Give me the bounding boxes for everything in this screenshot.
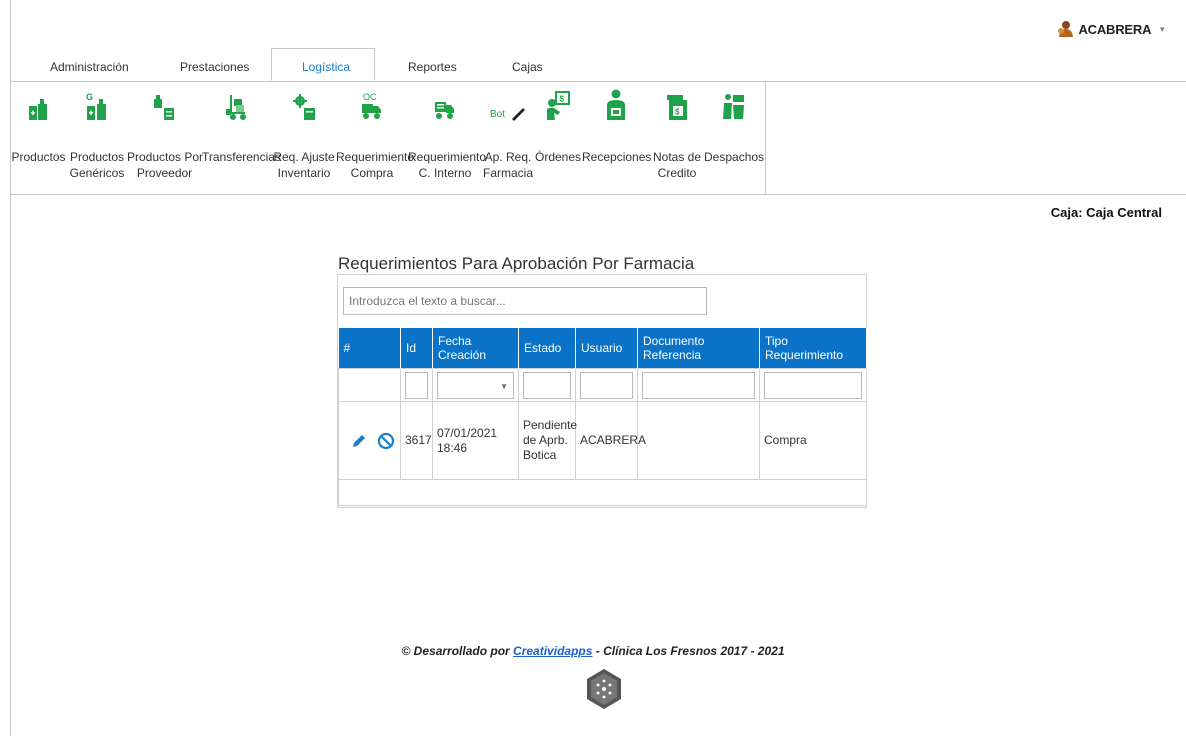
caja-label: Caja: Caja Central bbox=[1050, 205, 1162, 220]
header-divider bbox=[10, 194, 1186, 195]
row-actions bbox=[338, 401, 401, 480]
filter-fecha-select[interactable]: ▼ bbox=[437, 371, 514, 399]
ribbon-recepciones[interactable]: Recepciones bbox=[582, 81, 652, 193]
internal-truck-icon bbox=[433, 91, 457, 121]
svg-text:G: G bbox=[86, 92, 93, 102]
tab-logistica[interactable]: Logística bbox=[271, 48, 375, 81]
ribbon-label: Compra bbox=[350, 166, 394, 180]
ribbon-ap-req-farmacia[interactable]: Bot Ap. Req. Farmacia bbox=[482, 81, 534, 193]
main-tabs: Administración Prestaciones Logística Re… bbox=[10, 48, 1186, 82]
column-header-hash[interactable]: # bbox=[338, 328, 401, 369]
page-title: Requerimientos Para Aprobación Por Farma… bbox=[338, 254, 695, 273]
cell-fecha: 07/01/2021 18:46 bbox=[432, 401, 519, 480]
bottle-plus-icon bbox=[28, 91, 50, 121]
requerimientos-table: # Id Fecha Creación Estado Usuario Docum… bbox=[338, 328, 867, 506]
tab-reportes[interactable]: Reportes bbox=[408, 60, 457, 74]
search-input[interactable] bbox=[343, 287, 707, 315]
tab-administracion[interactable]: Administración bbox=[50, 60, 129, 74]
ribbon-requerimiento-c-interno[interactable]: Requerimiento C. Interno bbox=[408, 81, 487, 193]
ribbon-requerimiento-compra[interactable]: OC Requerimiento Compra bbox=[336, 81, 415, 193]
user-name: ACABRERA bbox=[1078, 21, 1152, 37]
user-avatar-icon bbox=[1058, 21, 1074, 37]
ribbon-label: Inventario bbox=[277, 166, 331, 180]
ribbon-despachos[interactable]: Despachos bbox=[704, 81, 764, 193]
reception-icon bbox=[604, 89, 628, 121]
ribbon-label: Requerimiento bbox=[408, 150, 487, 164]
chevron-down-icon: ▼ bbox=[1158, 24, 1166, 34]
table-footer-cell bbox=[338, 479, 867, 506]
ribbon-ordenes[interactable]: $ Órdenes bbox=[534, 81, 582, 193]
filter-cell-hash bbox=[338, 368, 401, 402]
ribbon-label: Credito bbox=[657, 166, 697, 180]
ribbon-productos-genericos[interactable]: G Productos Genéricos bbox=[67, 81, 127, 193]
ribbon-label: Genéricos bbox=[69, 166, 125, 180]
filter-id-input[interactable] bbox=[405, 371, 428, 399]
filter-tipo-input[interactable] bbox=[764, 371, 862, 399]
svg-text:$: $ bbox=[560, 95, 565, 104]
ribbon-label: Proveedor bbox=[136, 166, 193, 180]
table-footer-row bbox=[338, 479, 867, 506]
cell-documento bbox=[637, 401, 760, 480]
edit-pencil-icon[interactable] bbox=[351, 433, 367, 449]
badge-oc: OC bbox=[363, 92, 377, 102]
transfer-cart-icon bbox=[225, 91, 249, 121]
svg-text:$: $ bbox=[675, 108, 680, 117]
creatividapps-logo bbox=[587, 669, 621, 709]
orders-icon: $ bbox=[545, 91, 571, 121]
logistica-ribbon: Productos G Productos Genéricos Producto… bbox=[10, 81, 766, 195]
cell-id: 3617 bbox=[400, 401, 433, 480]
cell-usuario: ACABRERA bbox=[575, 401, 646, 480]
footer-suffix: - Clínica Los Fresnos 2017 - 2021 bbox=[595, 644, 785, 658]
ribbon-label: C. Interno bbox=[418, 166, 472, 180]
ribbon-req-ajuste-inventario[interactable]: Req. Ajuste Inventario bbox=[272, 81, 336, 193]
ribbon-label: Productos bbox=[69, 150, 125, 164]
cell-tipo: Compra bbox=[759, 401, 867, 480]
badge-bot: Bot bbox=[490, 109, 505, 120]
supplier-products-icon bbox=[152, 91, 176, 121]
ribbon-label: Productos bbox=[11, 150, 66, 164]
ribbon-label: Requerimiento bbox=[336, 150, 415, 164]
tab-cajas[interactable]: Cajas bbox=[512, 60, 543, 74]
page-footer: © Desarrollado por Creatividapps - Clíni… bbox=[0, 644, 1186, 658]
table-header-row: # Id Fecha Creación Estado Usuario Docum… bbox=[338, 328, 867, 369]
column-header-id[interactable]: Id bbox=[400, 328, 433, 369]
chevron-down-icon: ▼ bbox=[500, 381, 508, 391]
ribbon-label: Notas de bbox=[652, 150, 702, 164]
dispatch-icon bbox=[722, 91, 746, 121]
column-header-fecha[interactable]: Fecha Creación bbox=[432, 328, 519, 369]
requerimientos-panel: # Id Fecha Creación Estado Usuario Docum… bbox=[337, 274, 867, 508]
cell-estado: Pendiente de Aprb. Botica bbox=[518, 401, 577, 480]
user-menu[interactable]: ACABRERA ▼ bbox=[1056, 20, 1166, 38]
ribbon-label: Req. Ajuste bbox=[273, 150, 335, 164]
ribbon-label: Ap. Req. bbox=[484, 150, 532, 164]
table-row: 3617 07/01/2021 18:46 Pendiente de Aprb.… bbox=[338, 401, 867, 480]
ribbon-label: Recepciones bbox=[582, 150, 652, 164]
column-header-tipo[interactable]: Tipo Requerimiento bbox=[759, 328, 867, 369]
ribbon-transferencias[interactable]: Transferencias bbox=[202, 81, 281, 193]
column-header-usuario[interactable]: Usuario bbox=[575, 328, 638, 369]
filter-usuario-input[interactable] bbox=[580, 371, 633, 399]
creatividapps-link[interactable]: Creatividapps bbox=[513, 644, 592, 658]
inventory-adjust-icon bbox=[292, 91, 316, 121]
ribbon-label: Despachos bbox=[704, 150, 765, 164]
ribbon-label: Productos Por bbox=[127, 150, 204, 164]
ribbon-label: Farmacia bbox=[482, 166, 533, 180]
generic-bottle-icon: G bbox=[85, 91, 109, 121]
ribbon-notas-credito[interactable]: $ Notas de Credito bbox=[650, 81, 704, 193]
pharmacy-approval-icon: Bot bbox=[490, 91, 526, 121]
ribbon-productos-proveedor[interactable]: Productos Por Proveedor bbox=[127, 81, 204, 193]
filter-documento-input[interactable] bbox=[642, 371, 755, 399]
purchase-truck-icon: OC bbox=[360, 91, 384, 121]
tab-prestaciones[interactable]: Prestaciones bbox=[180, 60, 249, 74]
ribbon-label: Transferencias bbox=[202, 150, 281, 164]
column-header-documento[interactable]: Documento Referencia bbox=[637, 328, 760, 369]
footer-prefix: © Desarrollado por bbox=[401, 644, 510, 658]
filter-row: ▼ bbox=[338, 368, 867, 402]
ribbon-productos[interactable]: Productos bbox=[10, 81, 67, 193]
ribbon-label: Órdenes bbox=[534, 150, 582, 164]
column-header-estado[interactable]: Estado bbox=[518, 328, 576, 369]
credit-note-icon: $ bbox=[665, 91, 689, 121]
cancel-icon[interactable] bbox=[377, 432, 395, 450]
filter-estado-input[interactable] bbox=[523, 371, 571, 399]
